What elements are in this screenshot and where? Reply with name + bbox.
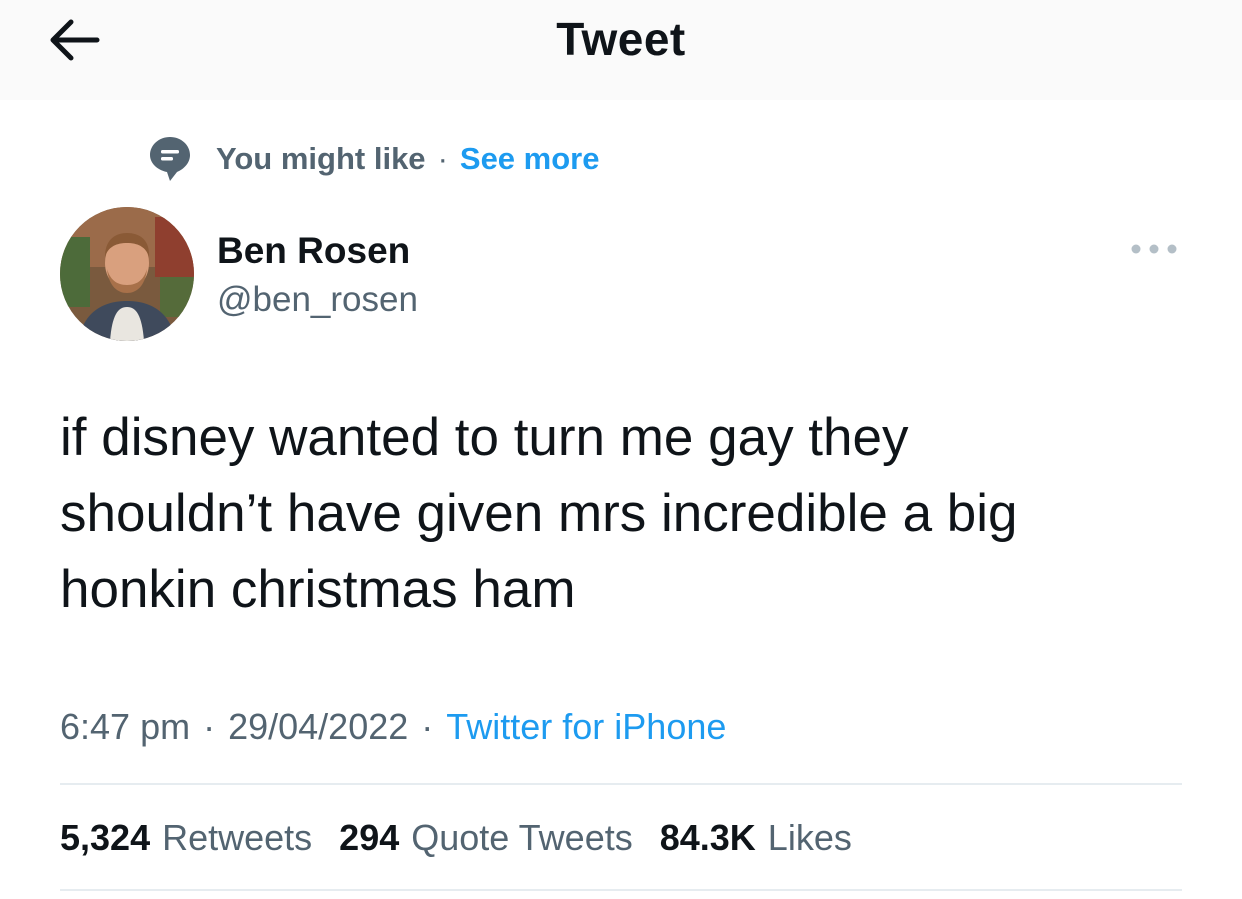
likes-label: Likes: [767, 817, 852, 858]
profile-photo: [60, 207, 194, 341]
retweets-label: Retweets: [162, 817, 313, 858]
retweets-stat[interactable]: 5,324 Retweets: [60, 817, 312, 859]
tweet-date[interactable]: 29/04/2022: [228, 706, 408, 748]
meta-separator: ·: [421, 706, 434, 747]
you-might-like-label: You might like: [216, 141, 426, 176]
see-more-link[interactable]: See more: [460, 141, 600, 177]
recommendation-context: You might like · See more: [148, 134, 599, 184]
engagement-stats: 5,324 Retweets 294 Quote Tweets 84.3K Li…: [60, 812, 879, 864]
quotes-label: Quote Tweets: [411, 817, 633, 858]
tweet-time[interactable]: 6:47 pm: [60, 706, 190, 748]
tweet-metadata: 6:47 pm · 29/04/2022 · Twitter for iPhon…: [60, 702, 726, 752]
likes-stat[interactable]: 84.3K Likes: [660, 817, 852, 859]
tweet-text: if disney wanted to turn me gay they sho…: [60, 408, 1018, 619]
quote-tweets-stat[interactable]: 294 Quote Tweets: [339, 817, 633, 859]
page-title: Tweet: [556, 13, 686, 65]
speech-bubble-icon: [150, 137, 190, 181]
avatar[interactable]: [60, 207, 194, 341]
likes-count: 84.3K: [659, 817, 756, 858]
meta-separator: ·: [203, 706, 216, 747]
divider: [60, 889, 1182, 891]
quotes-count: 294: [339, 817, 400, 858]
author-handle[interactable]: @ben_rosen: [217, 280, 418, 320]
ellipsis-icon: [1131, 244, 1177, 254]
top-nav-bar: Tweet: [0, 0, 1242, 100]
retweets-count: 5,324: [60, 817, 151, 858]
more-options-button[interactable]: [1126, 236, 1182, 262]
divider: [60, 783, 1182, 785]
tweet-source-link[interactable]: Twitter for iPhone: [446, 706, 726, 748]
context-separator: ·: [437, 141, 448, 176]
author-name[interactable]: Ben Rosen: [217, 230, 410, 272]
